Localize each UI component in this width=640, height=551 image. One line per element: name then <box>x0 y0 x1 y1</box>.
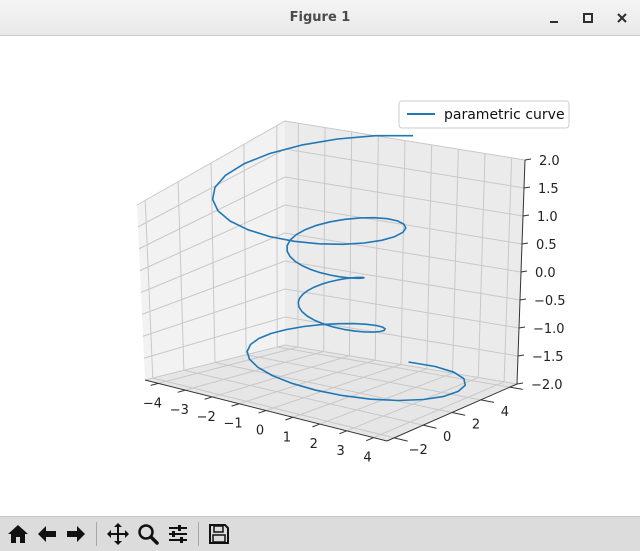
y-tick <box>422 424 437 429</box>
maximize-icon <box>583 13 593 23</box>
x-tick <box>339 430 347 435</box>
z-tick <box>518 326 526 329</box>
home-icon <box>7 525 28 543</box>
x-tick <box>204 396 213 400</box>
x-tick-label: 4 <box>363 451 371 466</box>
y-tick <box>480 399 495 403</box>
sliders-icon <box>168 525 187 543</box>
minimize-icon <box>550 21 558 23</box>
y-tick-label: −2 <box>409 443 428 458</box>
toolbar-separator <box>96 522 97 546</box>
maximize-button[interactable] <box>578 8 598 28</box>
move-icon <box>106 523 129 545</box>
y-tick <box>509 386 523 390</box>
x-tick-label: −2 <box>197 410 216 425</box>
figure-canvas[interactable]: −4 −3 −2 −1 0 1 2 3 4 −2 0 2 4 −2.0 −1.5 −1.0 −0.5 0.0 0.5… <box>0 37 640 516</box>
y-tick-label: 4 <box>501 405 509 420</box>
y-tick-label: 0 <box>443 430 451 445</box>
z-tick-label: −1.5 <box>532 350 564 365</box>
z-tick-label: −1.0 <box>533 322 565 337</box>
pan-button[interactable] <box>104 520 131 548</box>
z-tick-label: 0.0 <box>535 266 556 281</box>
z-tick <box>520 270 528 273</box>
close-button[interactable] <box>612 8 632 28</box>
zoom-button[interactable] <box>134 520 161 548</box>
save-button[interactable] <box>205 520 232 548</box>
z-tick-label: 1.0 <box>537 210 558 225</box>
z-tick-label: −2.0 <box>531 378 563 393</box>
z-tick <box>519 298 527 301</box>
x-tick-label: 1 <box>283 430 291 445</box>
magnifier-icon <box>137 524 159 545</box>
z-tick-label: 1.5 <box>538 182 559 197</box>
y-tick <box>394 437 408 442</box>
y-tick <box>451 412 466 416</box>
toolbar-separator <box>198 522 199 546</box>
z-tick <box>523 186 531 189</box>
x-tick-label: −1 <box>224 417 243 432</box>
x-tick-label: 3 <box>337 444 345 459</box>
x-tick <box>285 416 294 421</box>
legend: parametric curve <box>398 100 570 129</box>
floppy-disk-icon <box>208 524 229 544</box>
z-tick <box>517 354 525 357</box>
navigation-toolbar <box>0 516 640 551</box>
x-tick-label: 2 <box>310 437 318 452</box>
x-tick <box>258 410 267 414</box>
minimize-button[interactable] <box>544 8 564 28</box>
x-tick <box>312 423 320 428</box>
x-tick-label: −4 <box>143 396 162 411</box>
arrow-left-icon <box>37 526 56 542</box>
z-tick <box>524 158 532 161</box>
arrow-right-icon <box>66 526 85 542</box>
plot-3d: −4 −3 −2 −1 0 1 2 3 4 −2 0 2 4 −2.0 −1.5 −1.0 −0.5 0.0 0.5… <box>136 100 570 466</box>
window-titlebar: Figure 1 <box>0 0 640 36</box>
z-tick-label: −0.5 <box>534 294 566 309</box>
x-tick <box>366 437 374 442</box>
y-tick-label: 2 <box>472 418 480 433</box>
x-tick <box>177 389 186 393</box>
legend-label: parametric curve <box>444 107 565 123</box>
z-tick <box>522 214 530 217</box>
z-tick <box>521 242 529 245</box>
forward-button[interactable] <box>62 520 89 548</box>
pane-yz <box>137 121 285 380</box>
x-tick <box>150 382 159 386</box>
close-icon <box>617 13 627 23</box>
x-tick-label: −3 <box>170 403 189 418</box>
z-tick-label: 2.0 <box>539 154 560 169</box>
configure-subplots-button[interactable] <box>164 520 191 548</box>
home-button[interactable] <box>4 520 31 548</box>
back-button[interactable] <box>33 520 60 548</box>
z-tick <box>516 382 524 385</box>
x-tick-label: 0 <box>256 424 264 439</box>
x-tick <box>231 403 240 407</box>
z-tick-label: 0.5 <box>536 238 557 253</box>
